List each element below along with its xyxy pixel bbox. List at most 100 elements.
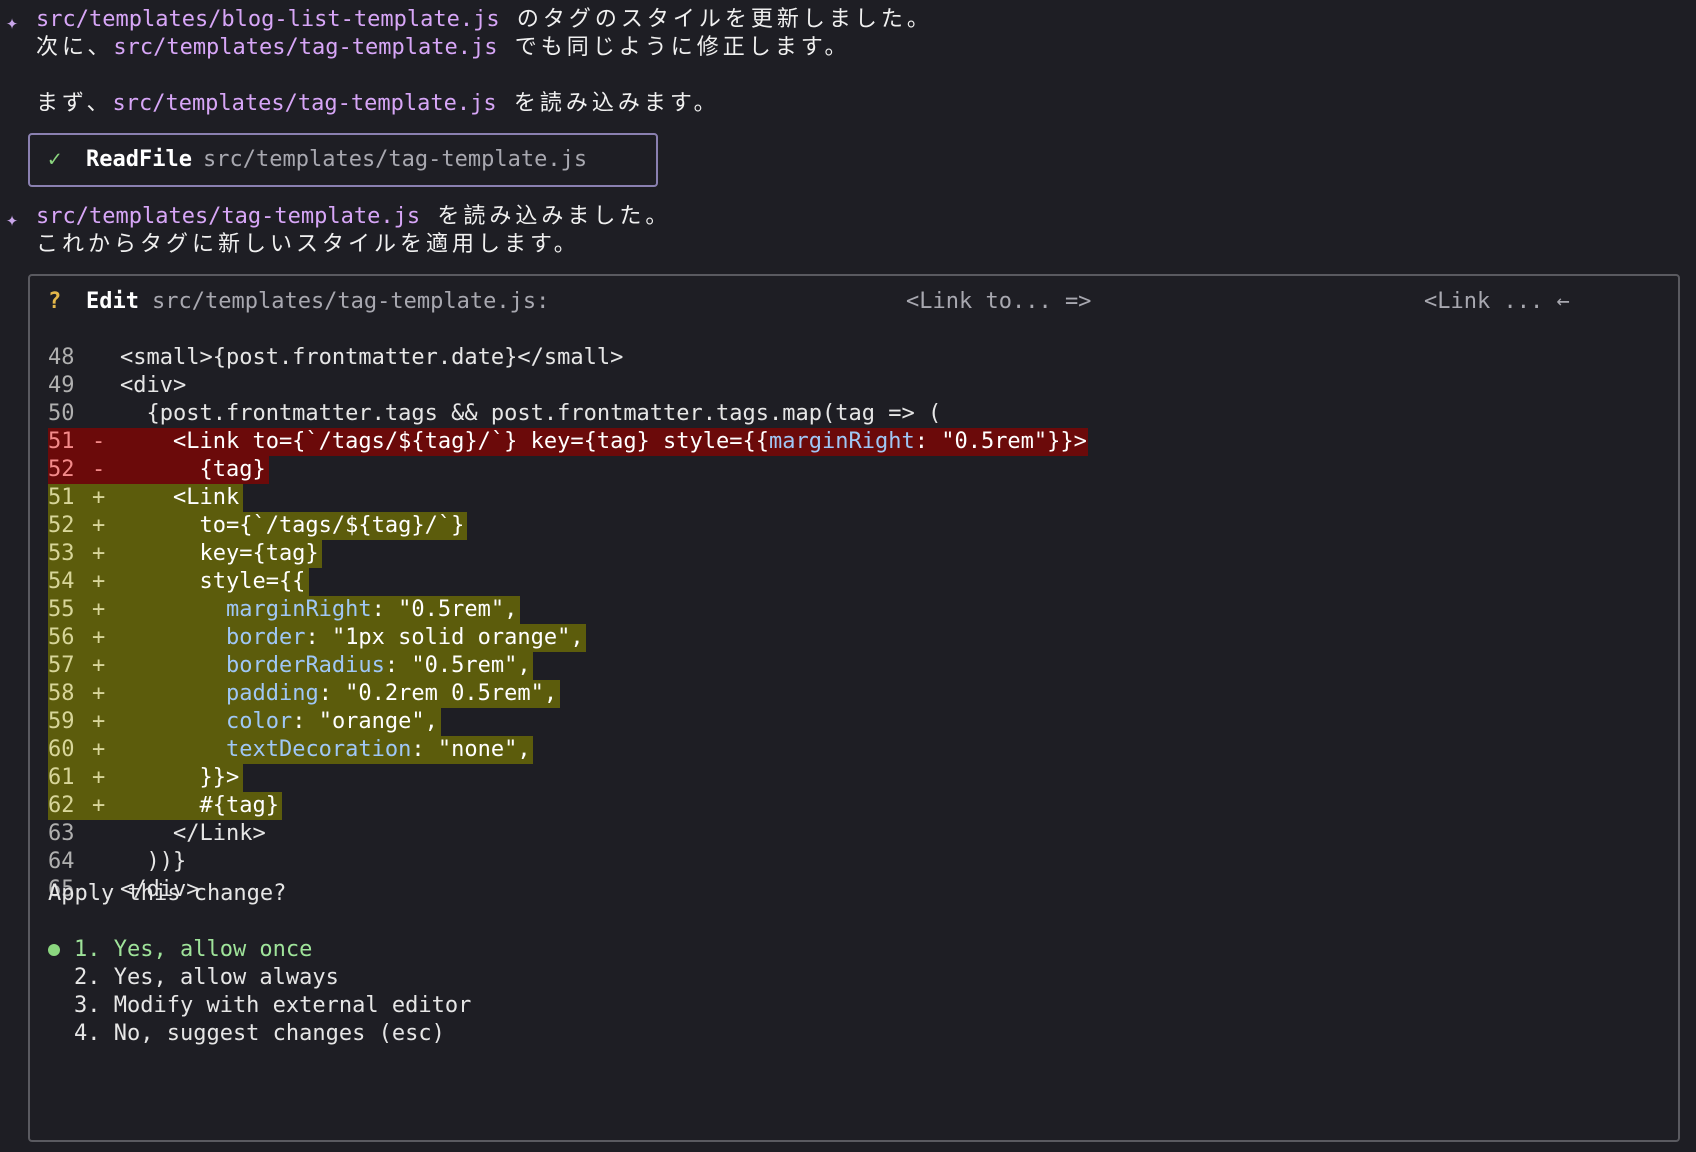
code-text: {post.frontmatter.tags && post.frontmatt… <box>120 400 941 428</box>
code-text: borderRadius: "0.5rem", <box>120 652 531 680</box>
line-number: 53 <box>48 541 75 566</box>
option-item[interactable]: 4. No, suggest changes (esc) <box>74 1020 445 1048</box>
code-text: <Link to={`/tags/${tag}/`} key={tag} sty… <box>120 428 1087 456</box>
code-text: ))} <box>120 848 186 876</box>
diff-sign: - <box>92 429 106 454</box>
check-icon: ✓ <box>48 147 62 172</box>
code-property: padding <box>225 681 319 706</box>
code-token: style={{ <box>120 569 306 594</box>
code-text: {tag} <box>120 456 266 484</box>
line-number: 64 <box>48 849 75 874</box>
file-path: src/templates/tag-template.js <box>113 35 498 60</box>
message-text: でも同じように修正します。 <box>497 35 851 60</box>
question-icon: ? <box>48 289 62 314</box>
option-item[interactable]: 2. Yes, allow always <box>74 964 339 992</box>
diff-sign: + <box>92 485 106 510</box>
message-text: を読み込みました。 <box>420 204 672 229</box>
line-number: 57 <box>48 653 75 678</box>
edit-tool-name: Edit <box>86 289 139 314</box>
code-text: textDecoration: "none", <box>120 736 531 764</box>
diff-sign: + <box>92 709 106 734</box>
code-token: : "0.5rem", <box>384 653 531 678</box>
apply-change-prompt: Apply this change? <box>48 881 287 906</box>
line-number: 54 <box>48 569 75 594</box>
line-number: 63 <box>48 821 75 846</box>
file-path: src/templates/tag-template.js <box>112 91 497 116</box>
line-number: 48 <box>48 345 75 370</box>
code-text: </Link> <box>120 820 266 848</box>
diff-sign: - <box>92 457 106 482</box>
code-text: marginRight: "0.5rem", <box>120 596 517 624</box>
sparkle-icon: ✦ <box>6 207 19 231</box>
code-token: : "1px solid orange", <box>305 625 584 650</box>
diff-sign: + <box>92 569 106 594</box>
line-number: 56 <box>48 625 75 650</box>
line-number: 61 <box>48 765 75 790</box>
code-token: <small>{post.frontmatter.date}</small> <box>120 345 624 370</box>
code-token: }}> <box>120 765 240 790</box>
code-text: #{tag} <box>120 792 279 820</box>
option-item[interactable]: 1. Yes, allow once <box>74 936 312 964</box>
message-text: のタグのスタイルを更新しました。 <box>499 7 933 32</box>
tool-name: ReadFile <box>86 147 192 172</box>
code-token: <Link to={`/tags/${tag}/`} key={tag} sty… <box>120 429 770 454</box>
diff-sign: + <box>92 541 106 566</box>
file-path: src/templates/blog-list-template.js <box>36 7 500 32</box>
code-text: color: "orange", <box>120 708 438 736</box>
code-token: <Link <box>120 485 240 510</box>
code-text: style={{ <box>120 568 305 596</box>
code-token: : "0.5rem"}}> <box>914 429 1087 454</box>
old-snippet-preview: <Link to... => <box>906 289 1092 314</box>
code-text: border: "1px solid orange", <box>120 624 584 652</box>
edit-confirmation-box: ? Edit src/templates/tag-template.js: <L… <box>28 274 1680 1142</box>
option-item[interactable]: 3. Modify with external editor <box>74 992 471 1020</box>
message-line: src/templates/tag-template.js を読み込みました。 <box>36 203 671 231</box>
line-number: 51 <box>48 429 75 454</box>
code-property: borderRadius <box>225 653 385 678</box>
code-property: border <box>225 625 306 650</box>
diff-sign: + <box>92 625 106 650</box>
code-text: }}> <box>120 764 239 792</box>
line-number: 52 <box>48 513 75 538</box>
line-number: 51 <box>48 485 75 510</box>
code-property: marginRight <box>769 429 915 454</box>
line-number: 55 <box>48 597 75 622</box>
code-property: textDecoration <box>225 737 412 762</box>
code-token: {tag} <box>120 457 266 482</box>
diff-sign: + <box>92 681 106 706</box>
code-token: #{tag} <box>120 793 279 818</box>
readfile-tool-box: ✓ ReadFile src/templates/tag-template.js <box>28 133 658 187</box>
code-property: color <box>225 709 293 734</box>
diff-sign: + <box>92 793 106 818</box>
line-number: 52 <box>48 457 75 482</box>
diff-sign: + <box>92 765 106 790</box>
code-text: padding: "0.2rem 0.5rem", <box>120 680 557 708</box>
diff-sign: + <box>92 513 106 538</box>
message-text: を読み込みます。 <box>496 91 720 116</box>
code-token: ))} <box>120 849 187 874</box>
line-number: 60 <box>48 737 75 762</box>
diff-sign: + <box>92 597 106 622</box>
line-number: 58 <box>48 681 75 706</box>
code-text: to={`/tags/${tag}/`} <box>120 512 464 540</box>
code-token: </Link> <box>120 821 266 846</box>
message-line: src/templates/blog-list-template.js のタグの… <box>36 6 933 34</box>
selected-indicator-icon <box>48 944 60 956</box>
code-token: : "none", <box>411 737 531 762</box>
code-text: <Link <box>120 484 239 512</box>
code-property: marginRight <box>225 597 372 622</box>
code-token: <div> <box>120 373 187 398</box>
line-number: 62 <box>48 793 75 818</box>
code-text: <div> <box>120 372 186 400</box>
diff-sign: + <box>92 737 106 762</box>
line-number: 59 <box>48 709 75 734</box>
line-number: 50 <box>48 401 75 426</box>
message-line: まず、src/templates/tag-template.js を読み込みます… <box>36 90 720 118</box>
code-token: to={`/tags/${tag}/`} <box>120 513 465 538</box>
line-number: 49 <box>48 373 75 398</box>
